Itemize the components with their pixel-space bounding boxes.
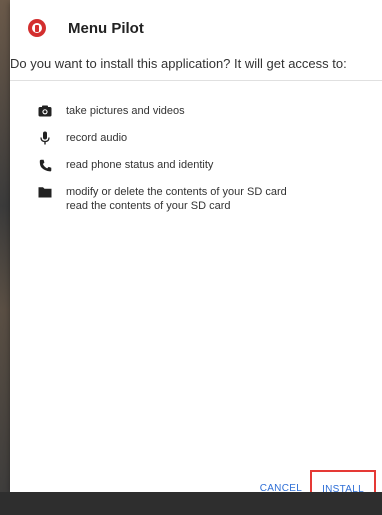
app-title: Menu Pilot	[68, 19, 144, 37]
permission-label: take pictures and videos	[66, 105, 185, 117]
permission-list: take pictures and videos record audio re…	[38, 104, 368, 226]
background-edge	[0, 0, 10, 515]
screen: Menu Pilot Do you want to install this a…	[0, 0, 382, 515]
folder-icon	[38, 185, 52, 199]
permission-label: read phone status and identity	[66, 159, 214, 171]
install-dialog: Menu Pilot Do you want to install this a…	[10, 0, 382, 506]
microphone-icon	[38, 131, 52, 145]
permission-label: modify or delete the contents of your SD…	[66, 186, 287, 198]
dialog-header: Menu Pilot	[28, 16, 144, 40]
permission-label-group: modify or delete the contents of your SD…	[66, 185, 287, 213]
permission-label: record audio	[66, 132, 128, 144]
permission-item: take pictures and videos	[38, 104, 368, 118]
permission-item: record audio	[38, 131, 368, 145]
permission-sub-label: read the contents of your SD card	[66, 200, 231, 212]
bottom-bar	[0, 492, 382, 515]
permission-item: read phone status and identity	[38, 158, 368, 172]
phone-icon	[38, 158, 52, 172]
permission-item: modify or delete the contents of your SD…	[38, 185, 368, 213]
divider	[10, 80, 382, 81]
install-question: Do you want to install this application?…	[10, 56, 382, 71]
question-text: Do you want to install this application?…	[10, 56, 347, 71]
app-icon	[28, 19, 46, 37]
camera-icon	[38, 104, 52, 118]
